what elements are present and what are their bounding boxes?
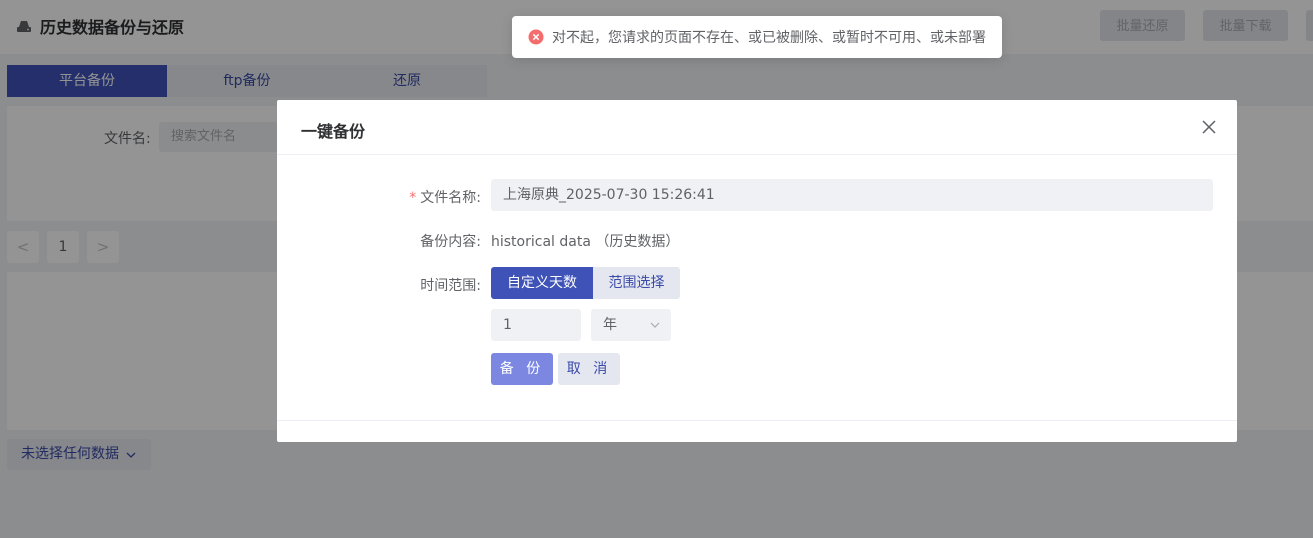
cancel-button[interactable]: 取 消: [558, 353, 620, 385]
range-select-button[interactable]: 范围选择: [593, 267, 680, 299]
toast-message: 对不起，您请求的页面不存在、或已被删除、或暂时不可用、或未部署: [552, 30, 986, 46]
unit-select[interactable]: 年: [591, 309, 671, 341]
chevron-down-icon: [650, 322, 660, 328]
close-icon[interactable]: [1199, 117, 1219, 137]
file-name-input[interactable]: 上海原典_2025-07-30 15:26:41: [491, 179, 1213, 211]
error-toast: 对不起，您请求的页面不存在、或已被删除、或暂时不可用、或未部署: [512, 16, 1002, 58]
dialog-footer-divider: [277, 420, 1237, 421]
backup-content-label: 备份内容:: [420, 234, 481, 250]
unit-select-value: 年: [603, 317, 617, 333]
dialog-header: 一键备份: [277, 100, 1237, 155]
time-range-mode: 自定义天数 范围选择: [491, 267, 680, 299]
custom-days-button[interactable]: 自定义天数: [491, 267, 593, 299]
backup-button[interactable]: 备 份: [491, 353, 553, 385]
amount-input[interactable]: 1: [491, 309, 581, 341]
time-range-label: 时间范围:: [420, 278, 481, 294]
backup-content-value: historical data （历史数据）: [491, 234, 680, 250]
file-name-label: * 文件名称:: [409, 190, 481, 206]
backup-dialog: 一键备份 * 文件名称: 上海原典_2025-07-30 15:26:41 备份内…: [277, 100, 1237, 442]
error-circle-icon: [528, 29, 544, 45]
dialog-title: 一键备份: [301, 122, 366, 141]
required-marker: *: [409, 190, 417, 206]
